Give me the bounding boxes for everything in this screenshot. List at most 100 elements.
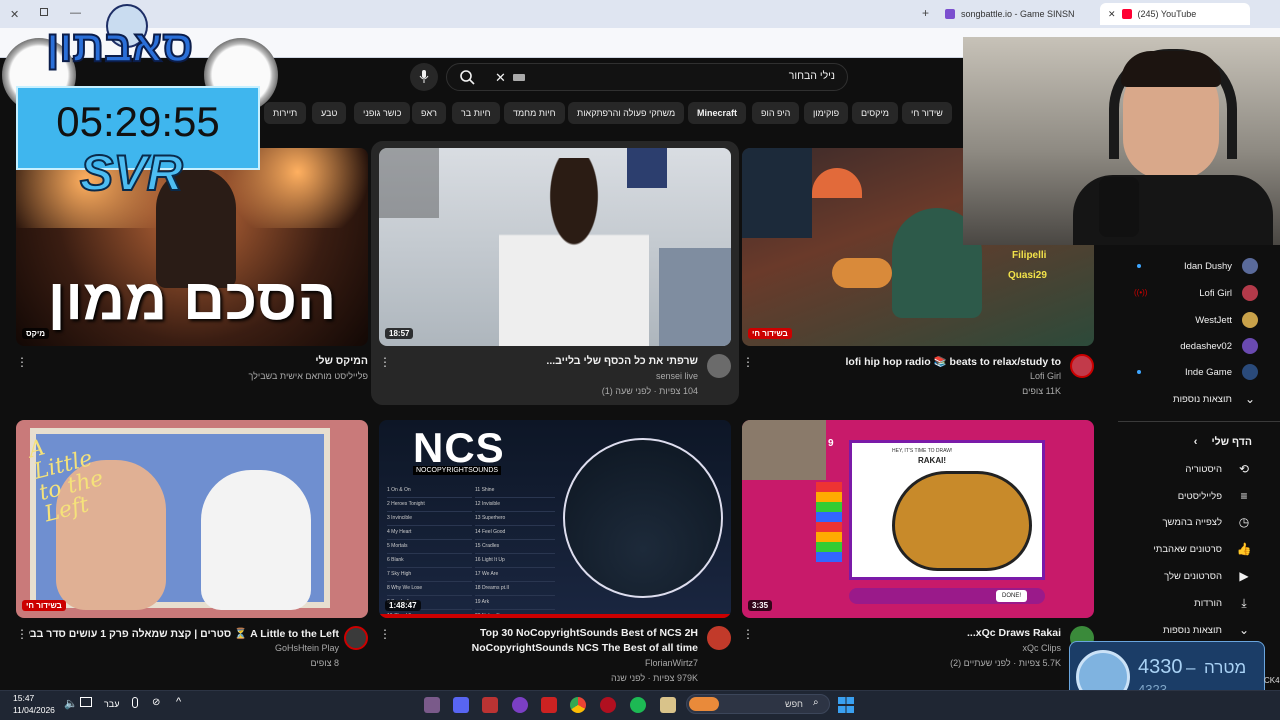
app-icon[interactable] (424, 697, 440, 713)
obs-icon[interactable] (512, 697, 528, 713)
sidebar-show-more-2[interactable]: ⌄ תוצאות נוספות (1163, 620, 1252, 640)
more-options-icon[interactable]: ⋮ (16, 627, 28, 641)
more-options-icon[interactable]: ⋮ (379, 355, 391, 369)
chip-hiphop[interactable]: היפ הופ (752, 102, 800, 124)
sidebar-sub-westjett[interactable]: WestJett (1195, 310, 1258, 330)
display-icon[interactable] (80, 697, 92, 707)
goal-target: 4330 (1138, 656, 1183, 678)
chip-tourism[interactable]: תיירות (264, 102, 307, 124)
video-thumbnail[interactable]: 18:57 (379, 148, 731, 346)
sidebar-item-history[interactable]: ⟲ היסטוריה (1185, 459, 1252, 479)
overlay-name-1: Filipelli (1012, 250, 1047, 261)
sidebar-sub-idan-dushy[interactable]: Idan Dushy (1184, 256, 1258, 276)
chip-live[interactable]: שידור חי (902, 102, 952, 124)
volume-icon[interactable]: 🔈 (64, 697, 78, 710)
more-options-icon[interactable]: ⋮ (16, 355, 28, 369)
channel-avatar[interactable] (707, 626, 731, 650)
channel-avatar[interactable] (344, 626, 368, 650)
chip-fitness[interactable]: כושר גופני (354, 102, 411, 124)
progress-bar (379, 614, 731, 618)
video-thumbnail[interactable]: A Little to the Left בשידור חי (16, 420, 368, 618)
sidebar-sub-dedashev02[interactable]: dedashev02 (1180, 336, 1258, 356)
track-item: 5 Mortals (387, 540, 472, 554)
app-icon[interactable] (482, 697, 498, 713)
sidebar-sub-inde-game[interactable]: Inde Game (1185, 362, 1258, 382)
corner-text: CK4 (1264, 676, 1280, 685)
moon-circle (563, 438, 723, 598)
taskbar-time: 15:47 (13, 693, 35, 703)
search-icon[interactable] (459, 69, 475, 85)
channel-name[interactable]: GoHsHtein Play (275, 643, 339, 653)
voice-search-button[interactable] (410, 63, 438, 91)
taskbar-search[interactable]: חפש ⌕ (686, 694, 830, 714)
chip-rap[interactable]: ראפ (412, 102, 446, 124)
video-thumbnail[interactable]: 9 HEY, IT'S TIME TO DRAW! RAKAI! DONE! 3… (742, 420, 1094, 618)
app-icon[interactable] (600, 697, 616, 713)
language-indicator[interactable]: עבר (104, 699, 119, 709)
sidebar-you-header[interactable]: הדף שלי › (1194, 432, 1252, 452)
channel-avatar[interactable] (707, 354, 731, 378)
thumb-title-text: הסכם ממון (47, 267, 337, 332)
live-badge: בשידור חי (748, 328, 792, 339)
sidebar-item-your-videos[interactable]: ▶ הסרטונים שלך (1164, 566, 1252, 586)
channel-name[interactable]: FlorianWirtz7 (645, 658, 698, 668)
video-title[interactable]: A Little to the Left ⏳ סטרים | קצת שמאלה… (29, 627, 339, 640)
sidebar-show-more[interactable]: ⌄ תוצאות נוספות (1173, 389, 1258, 409)
drawing-canvas (849, 440, 1045, 580)
close-tab-icon[interactable]: ✕ (1108, 9, 1116, 20)
tray-chevron-icon[interactable]: ^ (176, 696, 181, 708)
chip-pets[interactable]: חיות מחמד (504, 102, 565, 124)
channel-avatar[interactable] (1070, 354, 1094, 378)
chip-minecraft[interactable]: Minecraft (688, 102, 747, 124)
sidebar-item-watch-later[interactable]: ◷ לצפייה בהמשך (1162, 512, 1252, 532)
video-title-line1[interactable]: Top 30 NoCopyrightSounds Best of NCS 2H (408, 627, 698, 639)
chrome-icon[interactable] (570, 697, 586, 713)
channel-name[interactable]: xQc Clips (1022, 643, 1061, 653)
prompt-subtitle: HEY, IT'S TIME TO DRAW! (892, 448, 953, 454)
restore-window-icon[interactable] (40, 8, 48, 16)
spotify-icon[interactable] (630, 697, 646, 713)
track-item: 18 Dreams pt.II (475, 582, 555, 596)
network-off-icon[interactable]: ⊘ (152, 697, 160, 708)
more-options-icon[interactable]: ⋮ (742, 627, 754, 641)
track-item: 11 Shine (475, 484, 555, 498)
minimize-window-icon[interactable]: — (70, 7, 81, 19)
channel-name[interactable]: sensei live (656, 371, 698, 381)
chip-pokemon[interactable]: פוקימון (804, 102, 849, 124)
chip-mixes[interactable]: מיקסים (852, 102, 898, 124)
video-thumbnail[interactable]: NCS NOCOPYRIGHTSOUNDS 1 On & On 2 Heroes … (379, 420, 731, 618)
sidebar-item-playlists[interactable]: ≡ פלייליסטים (1178, 486, 1252, 506)
tab-youtube[interactable]: ✕ (245) YouTube (1100, 3, 1250, 25)
file-explorer-icon[interactable] (660, 697, 676, 713)
new-content-dot (1137, 264, 1141, 268)
video-title[interactable]: xQc Draws Rakai... (771, 627, 1061, 639)
channel-name[interactable]: Lofi Girl (1030, 371, 1061, 381)
search-bar[interactable]: ✕ נילי הבחור (446, 63, 848, 91)
sidebar-item-liked[interactable]: 👍 סרטונים שאהבתי (1153, 539, 1252, 559)
video-title[interactable]: lofi hip hop radio 📚 beats to relax/stud… (751, 355, 1061, 368)
sub-name: Lofi Girl (1199, 287, 1232, 299)
drawing-blob (892, 471, 1032, 571)
clear-search-icon[interactable]: ✕ (495, 70, 506, 86)
sidebar-sub-lofi-girl[interactable]: Lofi Girl (1199, 283, 1258, 303)
keyboard-icon[interactable] (513, 74, 525, 81)
start-icon-gap (838, 704, 854, 706)
app-icon[interactable] (541, 697, 557, 713)
microphone-tray-icon[interactable] (132, 697, 138, 708)
webcam-overlay (963, 37, 1280, 245)
video-title[interactable]: המיקס שלי (48, 355, 368, 367)
chip-action-adventure[interactable]: משחקי פעולה והרפתקאות (568, 102, 685, 124)
close-window-icon[interactable]: ✕ (10, 8, 19, 21)
video-title-line2[interactable]: NoCopyrightSounds NCS The Best of all ti… (408, 642, 698, 654)
tab-songbattle[interactable]: songbattle.io - Game SINSN (945, 3, 1095, 25)
more-options-icon[interactable]: ⋮ (379, 627, 391, 641)
windows-start-icon[interactable] (838, 697, 854, 713)
new-tab-icon[interactable]: + (922, 6, 929, 20)
video-title[interactable]: שרפתי את כל הכסף שלי בלייב... (408, 355, 698, 367)
search-input[interactable]: נילי הבחור (789, 70, 835, 82)
discord-icon[interactable] (453, 697, 469, 713)
sidebar-item-downloads[interactable]: ⤓ הורדות (1194, 593, 1252, 613)
chip-nature[interactable]: טבע (312, 102, 347, 124)
video-thumbnail[interactable]: הסכם ממון מיקס (16, 148, 368, 346)
chip-wildlife[interactable]: חיות בר (452, 102, 500, 124)
